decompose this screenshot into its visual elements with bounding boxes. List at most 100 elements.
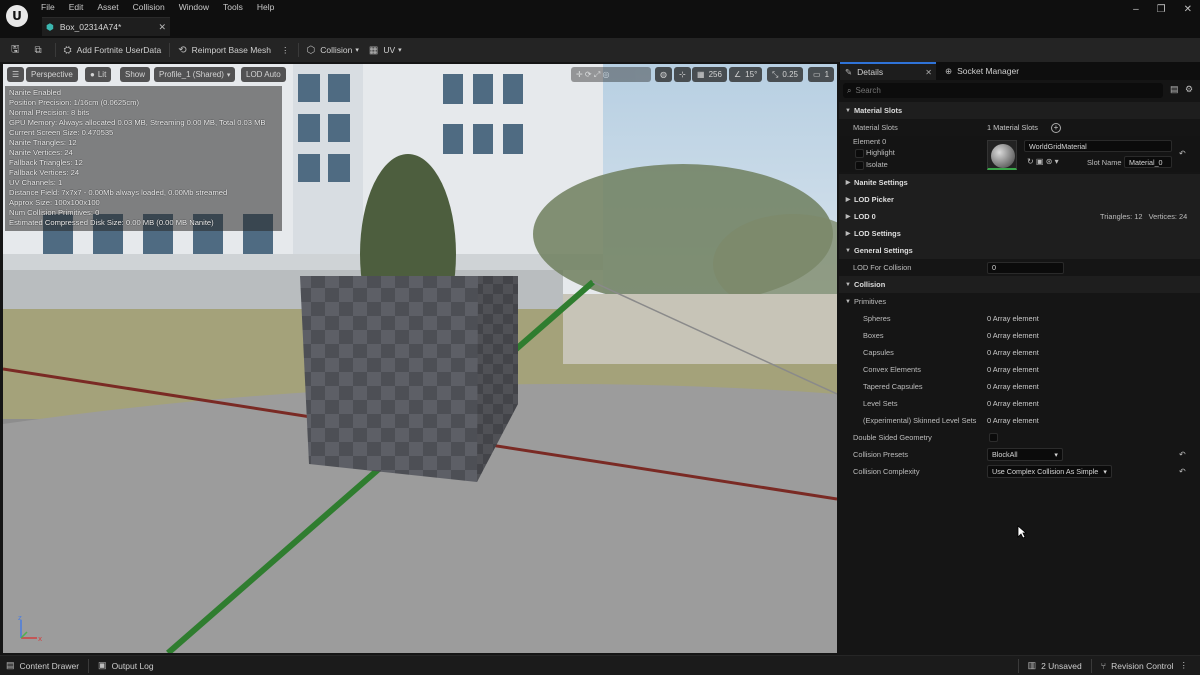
reimport-base-mesh-button[interactable]: ⟲ Reimport Base Mesh — [173, 40, 276, 60]
rotation-snap-button[interactable]: ∠ 15° — [729, 67, 763, 82]
transform-tools[interactable]: ✛ ⟳ ⤢ ◎ — [571, 67, 651, 82]
profile-dropdown[interactable]: Profile_1 (Shared) ▾ — [154, 67, 236, 82]
category-label: General Settings — [854, 246, 913, 255]
tab-details-label: Details — [857, 67, 884, 77]
reset-to-default-icon[interactable]: ↶ — [1179, 149, 1186, 158]
primitive-row[interactable]: (Experimental) Skinned Level Sets 0 Array… — [839, 412, 1200, 429]
document-tab[interactable]: ⬢ Box_02314A74* ✕ — [42, 17, 170, 36]
mesh-viewport[interactable]: ☰ Perspective ● Lit Show Profile_1 (Share… — [3, 64, 837, 653]
close-window-icon[interactable]: ✕ — [1184, 4, 1192, 15]
primitive-value: 0 Array element — [987, 365, 1039, 374]
tab-socket-manager[interactable]: ⊕ Socket Manager — [940, 62, 1040, 80]
lod-for-collision-field[interactable]: 0 — [987, 261, 1064, 274]
collision-label: Collision — [320, 45, 353, 55]
reimport-options-button[interactable]: ⋮ — [276, 40, 295, 60]
menu-help[interactable]: Help — [250, 2, 281, 14]
category-label: LOD Settings — [854, 229, 901, 238]
unreal-logo-icon[interactable]: U — [6, 5, 28, 27]
toolbar-divider — [169, 43, 171, 57]
content-drawer-button[interactable]: ▤ Content Drawer — [0, 657, 85, 675]
category-nanite-settings[interactable]: ▶ Nanite Settings — [839, 174, 1200, 191]
primitives-group[interactable]: ▼ Primitives — [839, 293, 1200, 310]
primitive-row[interactable]: Convex Elements 0 Array element — [839, 361, 1200, 378]
close-tab-icon[interactable]: ✕ — [925, 68, 932, 77]
camera-speed-value: 1 — [824, 70, 830, 79]
primitive-row[interactable]: Tapered Capsules 0 Array element — [839, 378, 1200, 395]
unsaved-button[interactable]: ▥ 2 Unsaved — [1022, 657, 1088, 675]
menu-edit[interactable]: Edit — [62, 2, 91, 14]
content-drawer-icon: ▤ — [6, 660, 15, 670]
hamburger-icon: ☰ — [12, 70, 20, 79]
table-view-icon[interactable]: ▤ — [1170, 84, 1179, 95]
collision-complexity-value: Use Complex Collision As Simple — [992, 467, 1099, 476]
show-button[interactable]: Show — [120, 67, 151, 82]
slot-name-field[interactable]: Material_0 — [1124, 156, 1172, 168]
primitive-row[interactable]: Boxes 0 Array element — [839, 327, 1200, 344]
collision-presets-dropdown[interactable]: BlockAll ▾ — [987, 448, 1063, 461]
collision-complexity-dropdown[interactable]: Use Complex Collision As Simple ▾ — [987, 465, 1112, 478]
reset-to-default-icon[interactable]: ↶ — [1179, 467, 1186, 476]
material-thumbnail[interactable] — [987, 140, 1017, 170]
uv-dropdown[interactable]: ▦ UV ▾ — [364, 40, 407, 60]
add-material-slot-icon[interactable]: + — [1051, 122, 1061, 133]
menu-file[interactable]: File — [34, 2, 62, 14]
stat-line: Fallback Triangles: 12 — [9, 158, 83, 167]
category-lod0[interactable]: ▶ LOD 0 Triangles: 12 Vertices: 24 — [839, 208, 1200, 225]
lit-sphere-icon: ● — [90, 70, 95, 79]
viewport-menu-button[interactable]: ☰ — [7, 67, 25, 82]
chevron-down-icon: ▾ — [398, 47, 402, 54]
isolate-checkbox[interactable] — [855, 161, 864, 170]
menu-collision[interactable]: Collision — [126, 2, 172, 14]
revision-control-button[interactable]: ⑂ Revision Control ⋮ — [1095, 657, 1194, 675]
primitive-row[interactable]: Capsules 0 Array element — [839, 344, 1200, 361]
snap-icon: ⊹ — [679, 70, 686, 79]
stat-line: GPU Memory: Always allocated 0.03 MB, St… — [9, 118, 266, 127]
details-search-box[interactable]: ⌕ — [843, 83, 1163, 98]
perspective-button[interactable]: Perspective — [26, 67, 78, 82]
double-sided-checkbox[interactable] — [989, 433, 998, 442]
lod-for-collision-label: LOD For Collision — [853, 263, 912, 272]
uv-grid-icon: ▦ — [368, 44, 379, 56]
camera-speed-button[interactable]: ▭ 1 — [808, 67, 835, 82]
menu-asset[interactable]: Asset — [90, 2, 125, 14]
primitives-label: Primitives — [854, 297, 887, 306]
add-fortnite-userdata-button[interactable]: ⛭ Add Fortnite UserData — [59, 40, 167, 60]
menu-window[interactable]: Window — [172, 2, 216, 14]
save-button[interactable]: 🖫 — [6, 40, 30, 60]
close-tab-icon[interactable]: ✕ — [158, 22, 166, 33]
category-label: Nanite Settings — [854, 178, 908, 187]
primitive-row[interactable]: Level Sets 0 Array element — [839, 395, 1200, 412]
chevron-down-icon: ▾ — [355, 47, 359, 54]
scale-icon: ⤡ — [772, 69, 779, 79]
browse-button[interactable]: ⧉ — [30, 40, 52, 60]
scale-snap-button[interactable]: ⤡ 0.25 — [767, 67, 803, 82]
stat-line: Nanite Enabled — [9, 88, 61, 97]
lod-button[interactable]: LOD Auto — [241, 67, 286, 82]
reset-to-default-icon[interactable]: ↶ — [1179, 450, 1186, 459]
maximize-icon[interactable]: ❐ — [1157, 4, 1166, 15]
category-collision[interactable]: ▼ Collision — [839, 276, 1200, 293]
collision-dropdown[interactable]: ⬡ Collision ▾ — [302, 40, 364, 60]
details-search-input[interactable] — [855, 86, 1146, 95]
material-name-field[interactable]: WorldGridMaterial — [1024, 140, 1172, 152]
category-lod-settings[interactable]: ▶ LOD Settings — [839, 225, 1200, 242]
category-general-settings[interactable]: ▼ General Settings — [839, 242, 1200, 259]
category-material-slots[interactable]: ▼ Material Slots — [839, 102, 1200, 119]
output-log-button[interactable]: ▣ Output Log — [92, 657, 160, 675]
search-icon: ⌕ — [847, 85, 852, 95]
menu-tools[interactable]: Tools — [216, 2, 250, 14]
category-lod-picker[interactable]: ▶ LOD Picker — [839, 191, 1200, 208]
material-action-icons[interactable]: ↻ ▣ ⊛ ▾ — [1027, 157, 1059, 166]
settings-gear-icon[interactable]: ⚙ — [1185, 84, 1193, 95]
surface-snap-button[interactable]: ⊹ — [674, 67, 691, 82]
asset-toolbar: 🖫 ⧉ ⛭ Add Fortnite UserData ⟲ Reimport Bas… — [0, 38, 1200, 62]
grid-snap-button[interactable]: ▦ 256 — [692, 67, 727, 82]
primitive-row[interactable]: Spheres 0 Array element — [839, 310, 1200, 327]
highlight-checkbox[interactable] — [855, 149, 864, 158]
lit-button[interactable]: ● Lit — [85, 67, 112, 82]
primitive-value: 0 Array element — [987, 382, 1039, 391]
minimize-icon[interactable]: – — [1133, 4, 1139, 15]
world-local-toggle[interactable]: ◍ — [655, 67, 672, 82]
tab-details[interactable]: ✎ Details ✕ — [840, 62, 936, 80]
revision-control-icon: ⑂ — [1100, 660, 1107, 671]
